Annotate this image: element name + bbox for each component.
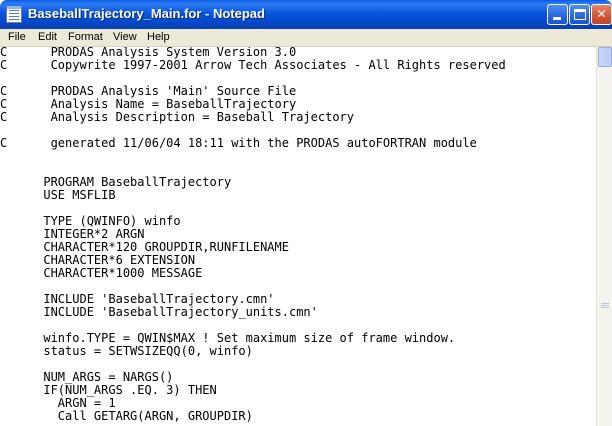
menu-edit[interactable]: Edit bbox=[38, 31, 57, 43]
code-line: winfo.TYPE = QWIN$MAX ! Set maximum size… bbox=[0, 331, 456, 345]
scrollbar-thumb[interactable] bbox=[598, 47, 612, 67]
close-button[interactable]: ✕ bbox=[591, 4, 612, 25]
minimize-button[interactable] bbox=[547, 4, 568, 25]
code-line: PROGRAM BaseballTrajectory bbox=[0, 175, 232, 189]
code-line: TYPE (QWINFO) winfo bbox=[0, 214, 181, 228]
window-title: BaseballTrajectory_Main.for - Notepad bbox=[28, 6, 265, 21]
text-editor[interactable]: C PRODAS Analysis System Version 3.0 C C… bbox=[0, 47, 596, 426]
maximize-button[interactable] bbox=[569, 4, 590, 25]
menu-help[interactable]: Help bbox=[147, 31, 170, 43]
notepad-icon[interactable] bbox=[6, 6, 22, 23]
maximize-icon bbox=[574, 9, 586, 20]
code-line: ARGN = 1 bbox=[0, 396, 116, 410]
vertical-scrollbar[interactable] bbox=[596, 47, 612, 426]
code-line: C generated 11/06/04 18:11 with the PROD… bbox=[0, 136, 477, 150]
minimize-icon bbox=[553, 17, 561, 20]
title-bar[interactable]: BaseballTrajectory_Main.for - Notepad ✕ bbox=[0, 0, 612, 29]
code-line: C Copywrite 1997-2001 Arrow Tech Associa… bbox=[0, 58, 506, 72]
code-line: INTEGER*2 ARGN bbox=[0, 227, 145, 241]
close-icon: ✕ bbox=[596, 7, 607, 21]
code-line: INCLUDE 'BaseballTrajectory_units.cmn' bbox=[0, 305, 318, 319]
menu-bar: File Edit Format View Help bbox=[0, 29, 612, 47]
menu-view[interactable]: View bbox=[113, 31, 137, 43]
code-line: USE MSFLIB bbox=[0, 188, 116, 202]
code-line: CHARACTER*1000 MESSAGE bbox=[0, 266, 203, 280]
scrollbar-grip-icon bbox=[601, 303, 609, 304]
code-line: C Analysis Name = BaseballTrajectory bbox=[0, 97, 297, 111]
code-line: CHARACTER*6 EXTENSION bbox=[0, 253, 196, 267]
code-line: NUM_ARGS = NARGS() bbox=[0, 370, 174, 384]
code-line: IF(NUM_ARGS .EQ. 3) THEN bbox=[0, 383, 217, 397]
code-line: C PRODAS Analysis 'Main' Source File bbox=[0, 84, 297, 98]
menu-format[interactable]: Format bbox=[68, 31, 103, 43]
editor-text[interactable]: C PRODAS Analysis System Version 3.0 C C… bbox=[0, 47, 506, 423]
code-line: CHARACTER*120 GROUPDIR,RUNFILENAME bbox=[0, 240, 289, 254]
code-line: C Analysis Description = Baseball Trajec… bbox=[0, 110, 355, 124]
code-line: Call GETARG(ARGN, GROUPDIR) bbox=[0, 409, 253, 423]
code-line: INCLUDE 'BaseballTrajectory.cmn' bbox=[0, 292, 275, 306]
menu-file[interactable]: File bbox=[8, 31, 26, 43]
code-line: status = SETWSIZEQQ(0, winfo) bbox=[0, 344, 253, 358]
